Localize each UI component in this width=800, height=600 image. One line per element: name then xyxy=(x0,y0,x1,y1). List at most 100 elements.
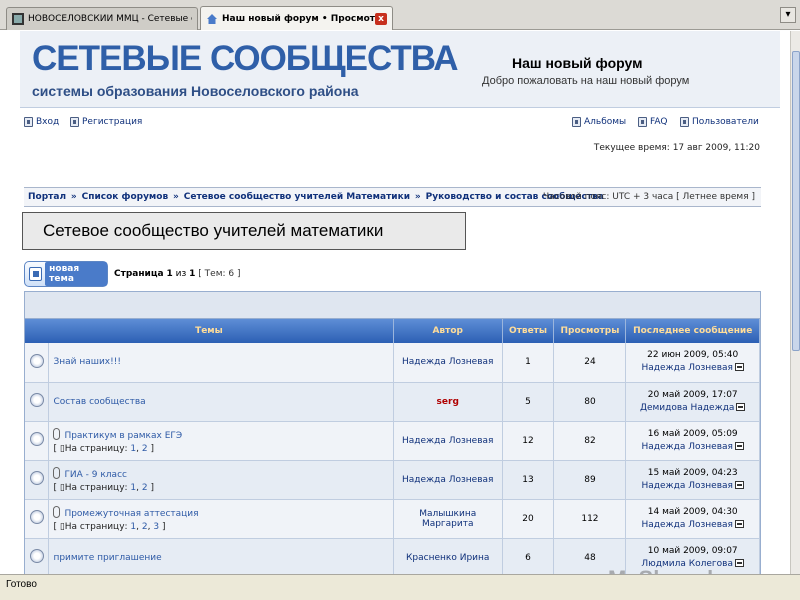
topic-author[interactable]: Красненко Ирина xyxy=(393,538,503,574)
goto-last-post-icon[interactable] xyxy=(734,519,744,528)
table-header-row: Темы Автор Ответы Просмотры Последнее со… xyxy=(25,319,760,343)
vertical-scrollbar[interactable] xyxy=(790,31,800,574)
topic-title-link[interactable]: примите приглашение xyxy=(53,553,161,563)
topic-replies: 20 xyxy=(502,499,555,539)
topic-pages: [ ▯На страницу: 1, 2, 3 ] xyxy=(53,521,166,532)
users-link[interactable]: Пользователи xyxy=(680,117,759,127)
topic-author[interactable]: serg xyxy=(393,382,503,422)
topic-read-icon xyxy=(29,432,44,446)
last-post-author[interactable]: Надежда Лозневая xyxy=(641,363,732,373)
header-views: Просмотры xyxy=(553,319,627,343)
pages-label: На страницу: xyxy=(64,482,128,493)
header-topics: Темы xyxy=(25,319,394,343)
login-link[interactable]: Вход xyxy=(24,117,59,127)
topic-title-link[interactable]: Промежуточная аттестация xyxy=(64,509,198,519)
attachment-icon xyxy=(53,427,61,440)
albums-icon xyxy=(572,117,581,127)
login-label[interactable]: Вход xyxy=(36,117,59,127)
pages-label: На страницу: xyxy=(64,443,128,454)
breadcrumb-separator: » xyxy=(173,192,179,202)
attachment-icon xyxy=(53,466,61,479)
goto-last-post-icon[interactable] xyxy=(734,558,744,567)
topic-author[interactable]: Надежда Лозневая xyxy=(393,421,503,461)
site-subtitle: системы образования Новоселовского район… xyxy=(32,83,359,99)
topic-read-icon xyxy=(29,549,44,563)
topic-page-link[interactable]: 2 xyxy=(142,483,148,493)
faq-link[interactable]: FAQ xyxy=(638,117,667,127)
tab-forum-active[interactable]: Наш новый форум • Просмотр ф... x xyxy=(200,6,393,30)
topic-author[interactable]: Надежда Лозневая xyxy=(393,460,503,500)
register-label[interactable]: Регистрация xyxy=(82,117,142,127)
breadcrumb-portal[interactable]: Портал xyxy=(28,192,66,202)
browser-tab-bar: НОВОСЕЛОВСКИЙ ММЦ - Сетевые со... Наш но… xyxy=(0,0,800,30)
last-post-date: 20 май 2009, 17:07 xyxy=(647,389,738,400)
topics-table-wrapper: Темы Автор Ответы Просмотры Последнее со… xyxy=(24,291,761,574)
last-post-author[interactable]: Надежда Лозневая xyxy=(641,442,732,452)
tab-label: НОВОСЕЛОВСКИЙ ММЦ - Сетевые со... xyxy=(28,14,192,24)
last-post-date: 14 май 2009, 04:30 xyxy=(647,506,738,517)
topic-title-link[interactable]: Знай наших!!! xyxy=(53,357,121,367)
topic-views: 24 xyxy=(553,343,627,383)
page-prefix: Страница xyxy=(114,269,164,279)
login-icon xyxy=(24,117,33,127)
new-topic-button[interactable]: новая тема xyxy=(24,261,108,287)
albums-link[interactable]: Альбомы xyxy=(572,117,626,127)
goto-last-post-icon[interactable] xyxy=(736,402,746,411)
table-row: Практикум в рамках ЕГЭ [ ▯На страницу: 1… xyxy=(25,421,760,461)
topic-title-link[interactable]: Состав сообщества xyxy=(53,397,145,407)
topic-title-link[interactable]: ГИА - 9 класс xyxy=(64,470,127,480)
albums-label[interactable]: Альбомы xyxy=(584,117,626,127)
watermark-logo: MyShared xyxy=(608,566,713,574)
users-label[interactable]: Пользователи xyxy=(692,117,759,127)
goto-last-post-icon[interactable] xyxy=(734,363,744,372)
topic-page-link[interactable]: 1 xyxy=(130,522,136,532)
register-link[interactable]: Регистрация xyxy=(70,117,142,127)
scrollbar-thumb[interactable] xyxy=(792,51,800,351)
topic-pages: [ ▯На страницу: 1, 2 ] xyxy=(53,482,154,493)
topic-title-link[interactable]: Практикум в рамках ЕГЭ xyxy=(64,431,182,441)
home-icon xyxy=(207,13,217,24)
breadcrumb-math-community[interactable]: Сетевое сообщество учителей Математики xyxy=(184,192,410,202)
faq-label[interactable]: FAQ xyxy=(650,117,667,127)
current-time: Текущее время: 17 авг 2009, 11:20 xyxy=(593,143,760,153)
topic-author[interactable]: Надежда Лозневая xyxy=(393,343,503,383)
topic-replies: 6 xyxy=(502,538,555,574)
last-post-author[interactable]: Надежда Лозневая xyxy=(641,481,732,491)
topic-read-icon xyxy=(29,353,44,368)
slide-title: Сетевое сообщество учителей математики xyxy=(22,212,466,250)
close-tab-icon[interactable]: x xyxy=(375,12,387,25)
new-topic-label: новая тема xyxy=(45,262,107,286)
topic-page-link[interactable]: 1 xyxy=(130,483,136,493)
table-row: Знай наших!!! Надежда Лозневая 1 24 22 и… xyxy=(25,343,760,383)
last-post-date: 22 июн 2009, 05:40 xyxy=(647,350,739,361)
breadcrumb-separator: » xyxy=(70,192,77,202)
topic-views: 82 xyxy=(553,421,627,461)
attachment-icon xyxy=(53,505,61,518)
topic-page-link[interactable]: 2 xyxy=(142,522,148,532)
goto-last-post-icon[interactable] xyxy=(734,441,744,450)
tab-list-button[interactable]: ▾ xyxy=(780,7,796,23)
topic-page-link[interactable]: 3 xyxy=(153,522,159,532)
last-post-author[interactable]: Демидова Надежда xyxy=(640,403,735,413)
topic-replies: 13 xyxy=(502,460,555,500)
page-current: 1 xyxy=(166,269,173,279)
topic-read-icon xyxy=(29,471,44,485)
topic-page-link[interactable]: 2 xyxy=(142,444,148,454)
table-row: ГИА - 9 класс [ ▯На страницу: 1, 2 ] Над… xyxy=(25,460,760,500)
topic-author[interactable]: Малышкина Маргарита xyxy=(393,499,503,539)
topic-replies: 1 xyxy=(502,343,555,383)
topic-replies: 5 xyxy=(502,382,555,422)
topic-read-icon xyxy=(29,393,44,407)
tab-novoselovsky[interactable]: НОВОСЕЛОВСКИЙ ММЦ - Сетевые со... xyxy=(6,7,198,30)
status-text: Готово xyxy=(6,579,37,590)
page-total: 1 xyxy=(189,269,196,279)
topic-read-icon xyxy=(29,510,44,524)
last-post-date: 16 май 2009, 05:09 xyxy=(647,428,738,439)
breadcrumb-forum-list[interactable]: Список форумов xyxy=(82,192,169,202)
last-post-date: 15 май 2009, 04:23 xyxy=(647,467,738,478)
tab-label: Наш новый форум • Просмотр ф... xyxy=(222,13,375,24)
topic-page-link[interactable]: 1 xyxy=(130,444,136,454)
goto-last-post-icon[interactable] xyxy=(734,480,744,489)
page-of: из xyxy=(175,269,187,279)
last-post-author[interactable]: Надежда Лозневая xyxy=(641,520,732,530)
